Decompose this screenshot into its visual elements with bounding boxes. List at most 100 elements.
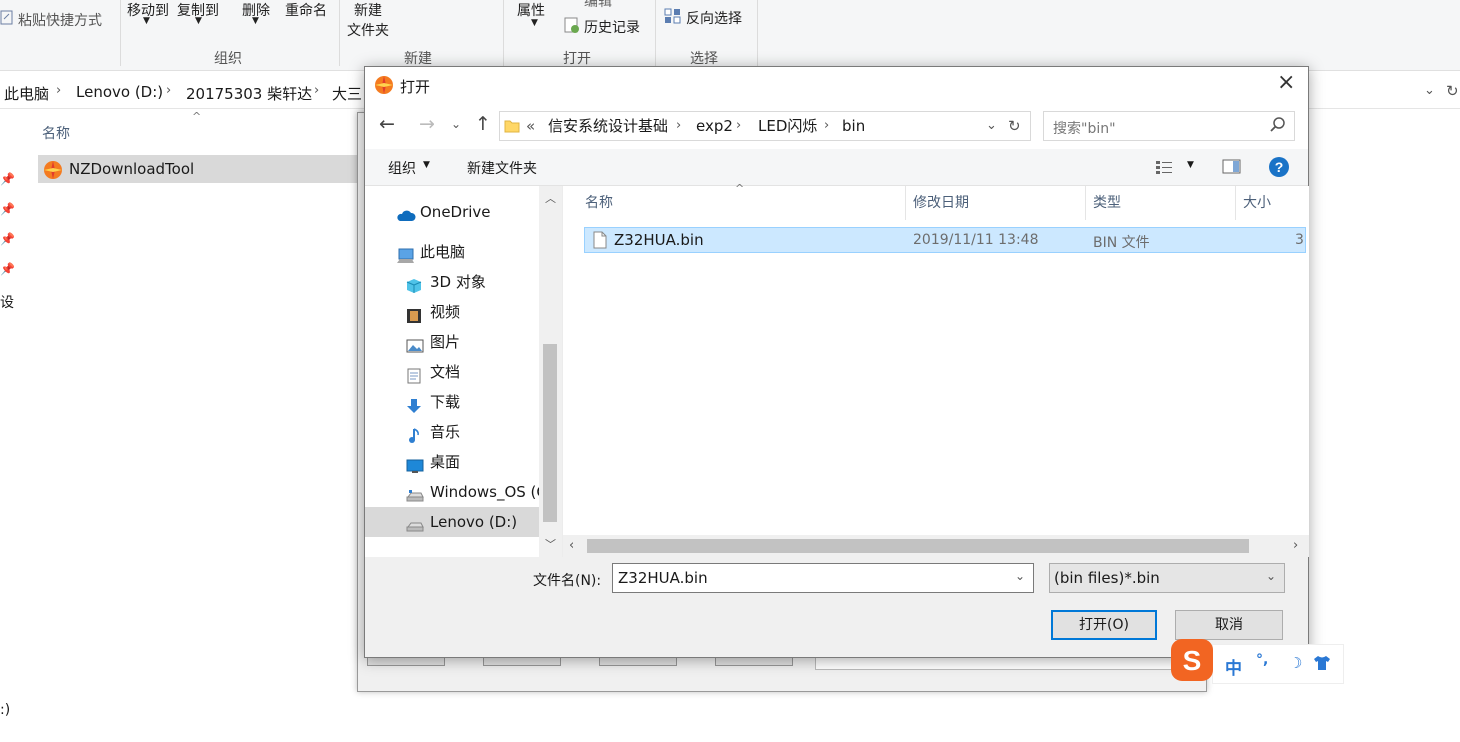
- breadcrumb-folder[interactable]: 20175303 柴轩达: [186, 83, 312, 104]
- chevron-down-icon: ▼: [143, 16, 150, 26]
- back-icon[interactable]: ←: [379, 113, 395, 135]
- scroll-left-icon[interactable]: ‹: [569, 538, 574, 553]
- nav-item-onedrive[interactable]: OneDrive: [397, 197, 491, 227]
- file-icon: [593, 231, 607, 253]
- nav-item-videos[interactable]: 视频: [407, 297, 460, 327]
- column-header-modified[interactable]: 修改日期: [913, 186, 969, 220]
- skin-icon[interactable]: [1313, 655, 1331, 675]
- invert-select-button[interactable]: 反向选择: [686, 8, 742, 28]
- history-button[interactable]: 历史记录: [584, 17, 640, 37]
- organize-button[interactable]: 组织: [388, 158, 416, 178]
- column-header-name[interactable]: 名称: [585, 186, 613, 220]
- nav-item-this-pc[interactable]: 此电脑: [397, 237, 465, 267]
- svg-text:?: ?: [1275, 159, 1284, 175]
- new-folder-button-line1[interactable]: 新建: [354, 0, 382, 20]
- nav-item-desktop[interactable]: 桌面: [406, 447, 460, 477]
- column-name-header[interactable]: 名称: [42, 123, 70, 143]
- cancel-button[interactable]: 取消: [1175, 610, 1283, 640]
- up-icon[interactable]: ↑: [475, 113, 491, 135]
- scrollbar-thumb[interactable]: [587, 539, 1249, 553]
- scroll-down-icon[interactable]: ﹀: [545, 536, 556, 552]
- breadcrumb-subfolder[interactable]: 大三: [332, 83, 362, 104]
- table-row[interactable]: Z32HUA.bin 2019/11/11 13:48 BIN 文件 3: [584, 227, 1306, 253]
- edit-button[interactable]: 编辑: [584, 0, 612, 11]
- chevron-down-icon[interactable]: ⌄: [1266, 569, 1276, 583]
- open-button[interactable]: 打开(O): [1051, 610, 1157, 640]
- ime-mode[interactable]: 中: [1225, 654, 1242, 679]
- scroll-right-icon[interactable]: ›: [1293, 538, 1298, 553]
- breadcrumb-this-pc[interactable]: 此电脑: [4, 83, 49, 104]
- nzdownload-app-icon: [374, 75, 394, 99]
- new-folder-button[interactable]: 新建文件夹: [467, 158, 537, 178]
- sogou-logo-icon[interactable]: S: [1170, 638, 1214, 686]
- search-input[interactable]: 搜索"bin": [1053, 118, 1116, 138]
- paste-shortcut-button[interactable]: 粘贴快捷方式: [18, 10, 102, 30]
- nav-item-3d-objects[interactable]: 3D 对象: [406, 267, 486, 297]
- refresh-icon[interactable]: ↻: [1446, 82, 1459, 100]
- chevron-down-icon: ▼: [195, 16, 202, 26]
- path-bar[interactable]: « 信安系统设计基础 › exp2 › LED闪烁 › bin ⌄ ↻: [499, 111, 1031, 141]
- horizontal-scrollbar[interactable]: ‹ ›: [563, 535, 1309, 557]
- nav-item-pictures[interactable]: 图片: [406, 327, 460, 357]
- ime-punct[interactable]: °,: [1256, 652, 1268, 668]
- dialog-title: 打开: [400, 78, 431, 96]
- chevron-down-icon[interactable]: ⌄: [986, 112, 997, 140]
- chevron-right-icon: ›: [736, 118, 742, 133]
- pin-icon: 📌: [0, 232, 15, 246]
- recent-chevron-icon[interactable]: ⌄: [451, 117, 461, 131]
- pin-icon: 📌: [0, 202, 15, 216]
- file-list-pane: 名称 ^ 修改日期 类型 大小 Z32HUA.bin 2019/11/11 13…: [562, 182, 1309, 557]
- properties-button[interactable]: 属性: [517, 0, 545, 20]
- search-box[interactable]: 搜索"bin": [1043, 111, 1295, 141]
- rename-button[interactable]: 重命名: [285, 0, 327, 20]
- file-type-filter-value[interactable]: (bin files)*.bin: [1054, 569, 1160, 587]
- navigation-pane: OneDrive 此电脑 3D 对象 视频 图片 文档 下载 音乐 桌面 Win…: [365, 186, 561, 557]
- chevron-down-icon[interactable]: ▼: [1187, 160, 1194, 170]
- nav-item-windows-drive[interactable]: Windows_OS (C: [406, 477, 547, 507]
- nav-item-music[interactable]: 音乐: [409, 417, 460, 447]
- refresh-icon[interactable]: ↻: [1008, 112, 1021, 140]
- nav-item-documents[interactable]: 文档: [407, 357, 460, 387]
- path-crumb[interactable]: exp2: [696, 112, 733, 140]
- path-crumb[interactable]: LED闪烁: [758, 112, 817, 140]
- path-overflow[interactable]: «: [526, 112, 535, 140]
- svg-text:S: S: [1183, 645, 1202, 676]
- path-crumb[interactable]: 信安系统设计基础: [548, 112, 668, 140]
- new-folder-button-line2[interactable]: 文件夹: [347, 20, 389, 40]
- invert-select-icon: [664, 8, 682, 28]
- list-item[interactable]: NZDownloadTool: [38, 155, 368, 183]
- ime-toolbar[interactable]: S 中 °, ☽: [1170, 638, 1344, 686]
- paste-shortcut-icon[interactable]: [0, 9, 14, 29]
- filename-field[interactable]: Z32HUA.bin ⌄: [612, 563, 1034, 593]
- group-select-label: 选择: [690, 51, 718, 67]
- scrollbar-thumb[interactable]: [543, 344, 557, 522]
- nav-item-lenovo-drive[interactable]: Lenovo (D:): [406, 507, 517, 537]
- pin-icon: 📌: [0, 172, 15, 186]
- column-header-size[interactable]: 大小: [1243, 186, 1271, 220]
- filename-input[interactable]: Z32HUA.bin: [618, 569, 708, 587]
- file-type-filter[interactable]: (bin files)*.bin ⌄: [1049, 563, 1285, 593]
- breadcrumb-lenovo[interactable]: Lenovo (D:): [76, 83, 163, 101]
- chevron-down-icon[interactable]: ⌄: [1015, 569, 1025, 583]
- path-crumb[interactable]: bin: [842, 112, 865, 140]
- picture-icon: [406, 334, 424, 353]
- forward-icon[interactable]: →: [419, 113, 435, 135]
- video-icon: [406, 304, 422, 323]
- preview-pane-icon[interactable]: [1222, 158, 1242, 180]
- view-options-icon[interactable]: [1155, 159, 1175, 179]
- column-header-type[interactable]: 类型: [1093, 186, 1121, 220]
- dialog-titlebar: 打开 ×: [365, 67, 1308, 103]
- nav-scrollbar[interactable]: ︿ ﹀: [539, 186, 561, 557]
- search-icon[interactable]: [1270, 116, 1286, 138]
- moon-icon[interactable]: ☽: [1289, 654, 1302, 672]
- help-icon[interactable]: ?: [1268, 156, 1290, 182]
- scroll-up-icon[interactable]: ︿: [545, 190, 556, 206]
- chevron-down-icon[interactable]: ⌄: [1424, 83, 1435, 98]
- sort-up-icon: ^: [192, 110, 202, 123]
- cloud-icon: [396, 204, 416, 221]
- close-icon[interactable]: ×: [1277, 70, 1295, 95]
- chevron-down-icon: ▼: [252, 16, 259, 26]
- file-type-cell: BIN 文件: [1093, 235, 1150, 251]
- nav-item-downloads[interactable]: 下载: [407, 387, 460, 417]
- nzdownload-app-icon: [43, 160, 63, 184]
